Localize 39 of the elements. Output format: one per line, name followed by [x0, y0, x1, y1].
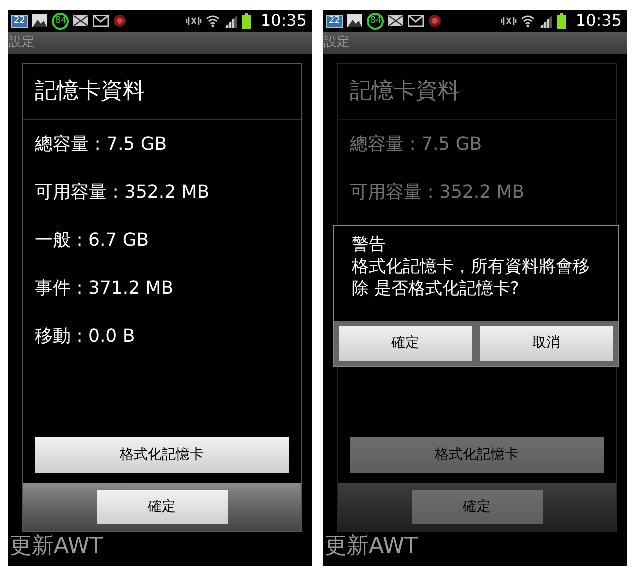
info-row-text: 可用容量 : 352.2 MB — [35, 180, 210, 204]
info-row-text: 總容量 : 7.5 GB — [35, 132, 168, 156]
ok-button[interactable]: 確定 — [96, 490, 228, 524]
battery-icon — [556, 13, 566, 29]
battery-icon — [242, 13, 251, 29]
screen-title: 設定 — [9, 34, 35, 52]
counter-badge: 84 — [52, 12, 70, 30]
format-button[interactable]: 格式化記憶卡 — [35, 437, 289, 473]
signal-icon — [538, 14, 553, 28]
info-row-text: 事件 : 371.2 MB — [35, 276, 174, 300]
clock-time: 10:35 — [260, 10, 307, 32]
mute-icon — [186, 15, 202, 27]
image-icon — [347, 14, 364, 28]
alert-button[interactable]: 取消 — [480, 326, 613, 361]
dialog-title: 記憶卡資料 — [35, 78, 145, 106]
screen-title: 設定 — [324, 34, 350, 52]
mail-icon — [408, 15, 424, 27]
alert-title: 警告 — [352, 234, 387, 256]
wifi-icon — [520, 14, 535, 28]
format-button[interactable]: 格式化記憶卡 — [350, 437, 604, 473]
calendar-date: 22 — [11, 14, 28, 28]
alert-button[interactable]: 確定 — [339, 326, 472, 361]
info-row-text: 可用容量 : 352.2 MB — [350, 180, 525, 204]
wifi-icon — [206, 14, 220, 28]
counter-badge: 84 — [367, 12, 384, 30]
info-row-text: 移動 : 0.0 B — [35, 324, 136, 348]
alert-message: 格式化記憶卡，所有資料將會移除 是否格式化記憶卡? — [352, 256, 591, 300]
signal-icon — [224, 14, 238, 28]
mail-icon — [93, 15, 110, 27]
mail-icon — [73, 15, 90, 27]
dialog-title: 記憶卡資料 — [350, 78, 460, 106]
info-row-text: 總容量 : 7.5 GB — [350, 132, 482, 156]
ok-button[interactable]: 確定 — [412, 490, 542, 524]
mail-icon — [388, 15, 404, 27]
image-icon — [32, 14, 48, 28]
clock-time: 10:35 — [576, 10, 622, 32]
mute-icon — [500, 15, 517, 27]
calendar-date: 22 — [326, 14, 344, 28]
info-row-text: 一般 : 6.7 GB — [35, 228, 150, 252]
